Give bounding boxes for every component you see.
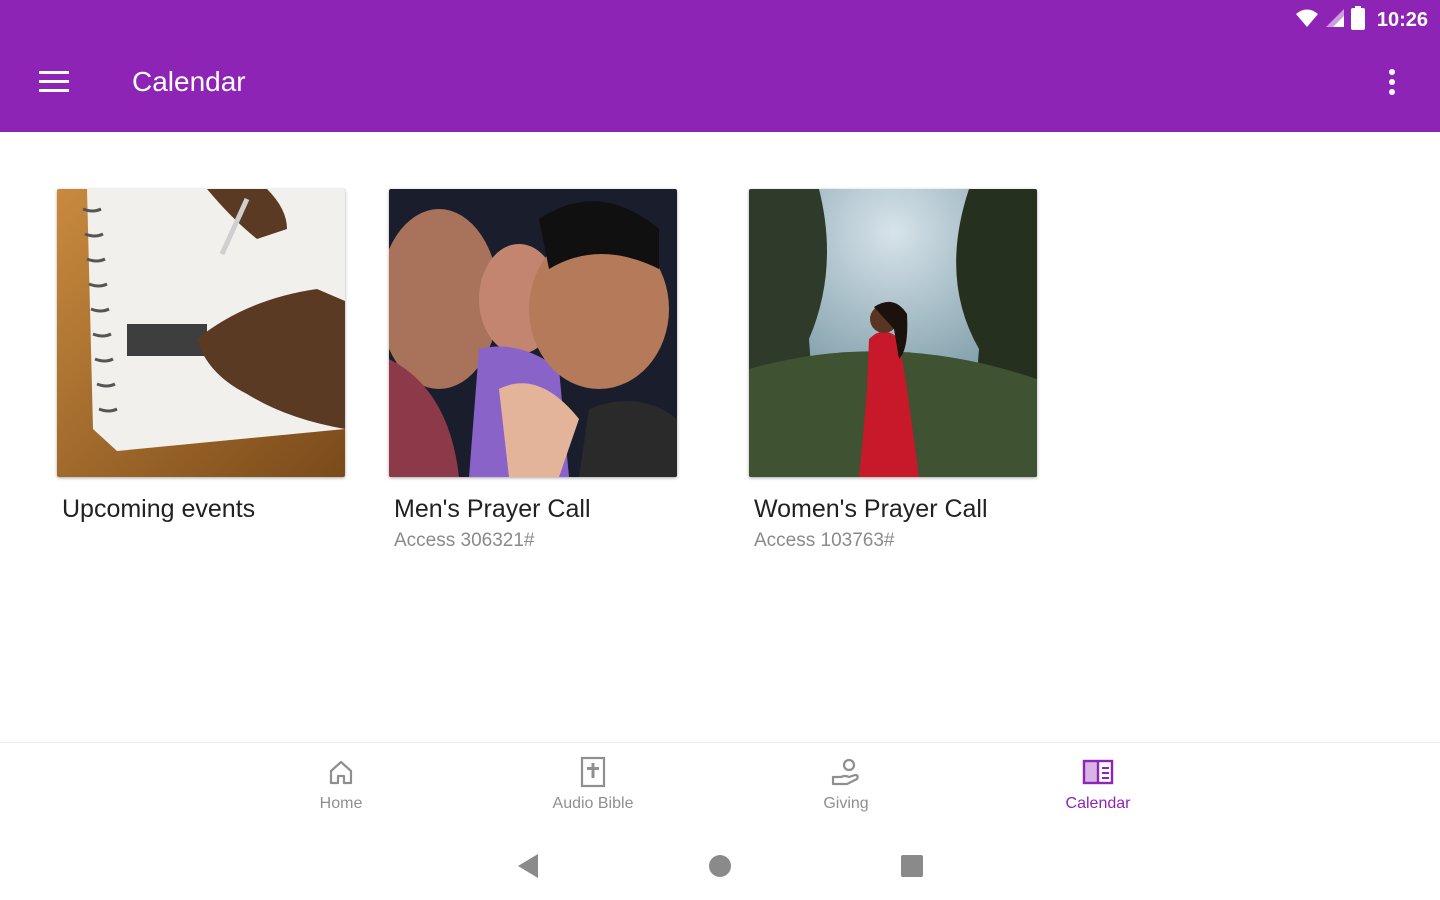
toolbar: Calendar bbox=[0, 48, 1440, 124]
home-icon bbox=[324, 755, 358, 789]
nav-label: Calendar bbox=[1065, 795, 1131, 812]
hamburger-menu-button[interactable] bbox=[34, 64, 74, 104]
nav-label: Home bbox=[319, 795, 363, 812]
card-womens-prayer-call[interactable]: Women's Prayer Call Access 103763# bbox=[749, 189, 1037, 552]
bible-icon bbox=[576, 755, 610, 789]
card-subtitle: Access 103763# bbox=[754, 530, 895, 551]
more-vert-icon bbox=[1388, 68, 1396, 101]
battery-icon bbox=[1350, 5, 1365, 35]
men-praying-photo bbox=[389, 189, 677, 477]
card-mens-prayer-call[interactable]: Men's Prayer Call Access 306321# bbox=[389, 189, 677, 552]
signal-icon bbox=[1325, 8, 1345, 33]
card-title: Men's Prayer Call bbox=[394, 495, 591, 523]
calendar-icon bbox=[1081, 755, 1115, 789]
system-navigation-bar bbox=[0, 832, 1440, 900]
nav-item-audio-bible[interactable]: Audio Bible bbox=[493, 755, 693, 827]
card-title: Women's Prayer Call bbox=[754, 495, 988, 523]
status-bar: 10:26 bbox=[1295, 4, 1428, 36]
card-title: Upcoming events bbox=[62, 495, 256, 523]
nav-label: Audio Bible bbox=[552, 795, 634, 812]
app-bar: 10:26 Calendar bbox=[0, 0, 1440, 132]
nav-item-home[interactable]: Home bbox=[241, 755, 441, 827]
giving-hand-icon bbox=[829, 755, 863, 789]
recents-icon bbox=[900, 854, 924, 883]
hamburger-menu-icon bbox=[39, 70, 69, 98]
nav-item-giving[interactable]: Giving bbox=[746, 755, 946, 827]
back-icon bbox=[516, 853, 540, 884]
nav-label: Giving bbox=[823, 795, 869, 812]
bottom-navigation: Home Audio Bible Giving Calendar bbox=[0, 742, 1440, 833]
home-circle-icon bbox=[708, 854, 732, 883]
card-upcoming-events[interactable]: Upcoming events bbox=[57, 189, 345, 524]
page-title: Calendar bbox=[132, 66, 246, 97]
woman-praying-forest-photo bbox=[749, 189, 1037, 477]
card-subtitle: Access 306321# bbox=[394, 530, 535, 551]
wifi-icon bbox=[1295, 8, 1319, 33]
overflow-menu-button[interactable] bbox=[1372, 64, 1412, 104]
status-time: 10:26 bbox=[1376, 8, 1428, 31]
system-recents-button[interactable] bbox=[890, 846, 934, 890]
system-home-button[interactable] bbox=[698, 846, 742, 890]
nav-item-calendar[interactable]: Calendar bbox=[998, 755, 1198, 827]
notebook-writing-photo bbox=[57, 189, 345, 477]
system-back-button[interactable] bbox=[506, 846, 550, 890]
